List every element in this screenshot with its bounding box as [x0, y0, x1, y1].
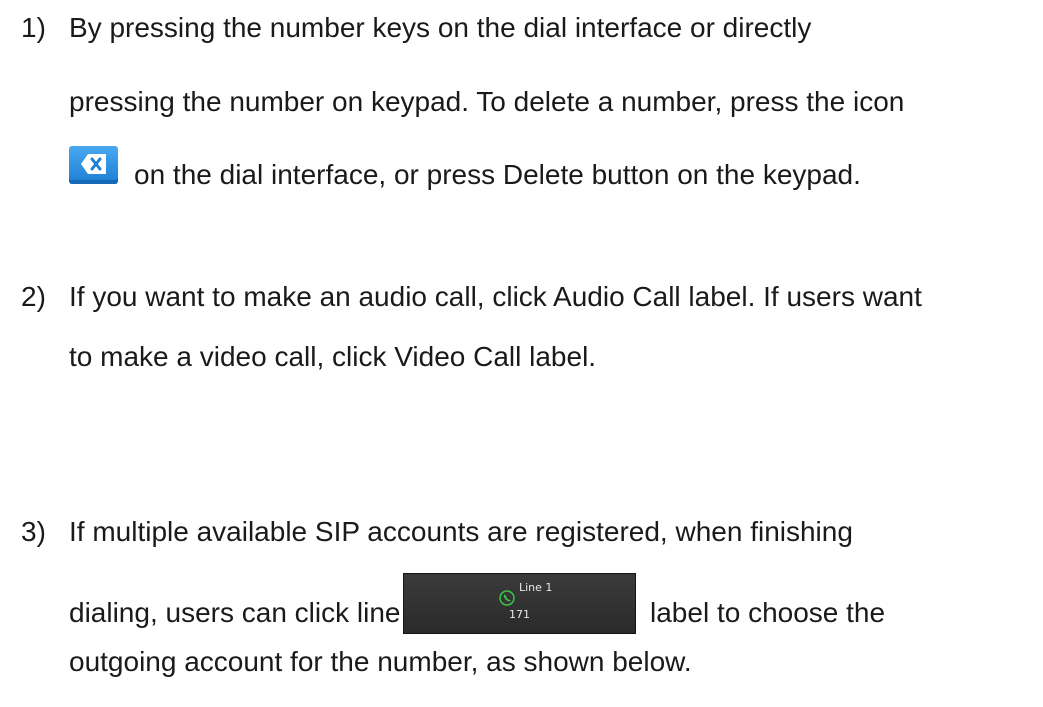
step-text: dialing, users can click line	[69, 597, 401, 628]
step-number: 3)	[21, 516, 46, 547]
step-text: By pressing the number keys on the dial …	[69, 12, 812, 43]
step-text: If you want to make an audio call, click…	[69, 281, 922, 312]
step-number: 1)	[21, 12, 46, 43]
step-text: on the dial interface, or press Delete b…	[134, 159, 861, 190]
step-number: 2)	[21, 281, 46, 312]
step-text: label to choose the	[650, 597, 886, 628]
line-number: 171	[509, 608, 530, 621]
step-text: pressing the number on keypad. To delete…	[69, 86, 905, 117]
step-text: If multiple available SIP accounts are r…	[69, 516, 853, 547]
step-text: outgoing account for the number, as show…	[69, 646, 692, 677]
backspace-delete-icon	[69, 146, 118, 184]
phone-icon	[499, 580, 515, 606]
line-1-button[interactable]: Line 1 171	[403, 573, 636, 634]
line-name: Line 1	[519, 581, 553, 594]
step-text: to make a video call, click Video Call l…	[69, 341, 597, 372]
